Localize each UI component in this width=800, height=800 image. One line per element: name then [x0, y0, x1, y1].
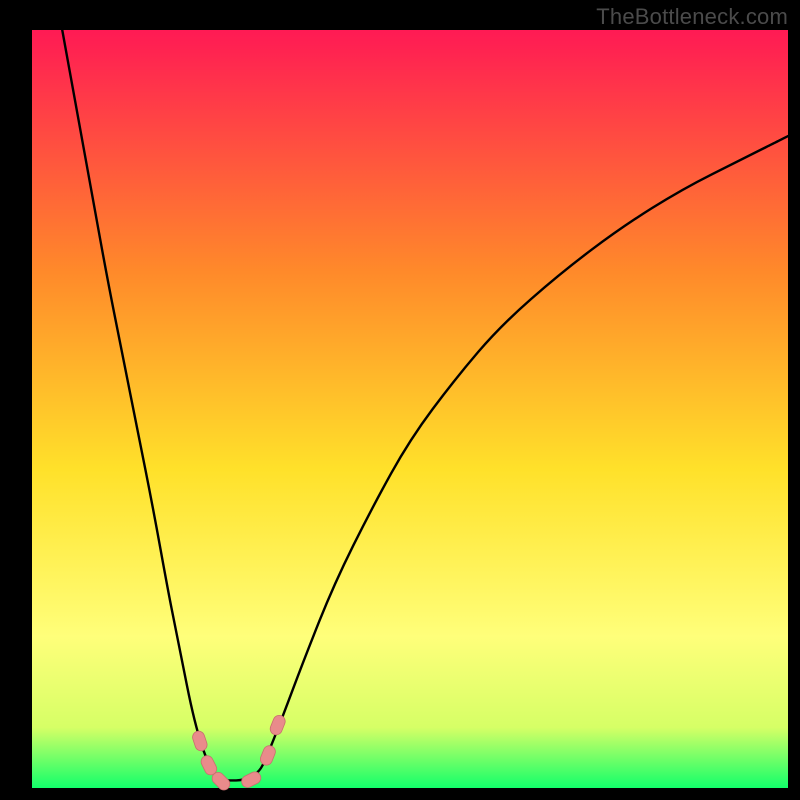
plot-background	[32, 30, 788, 788]
chart-frame: TheBottleneck.com	[0, 0, 800, 800]
bottleneck-chart	[0, 0, 800, 800]
watermark-text: TheBottleneck.com	[596, 4, 788, 30]
